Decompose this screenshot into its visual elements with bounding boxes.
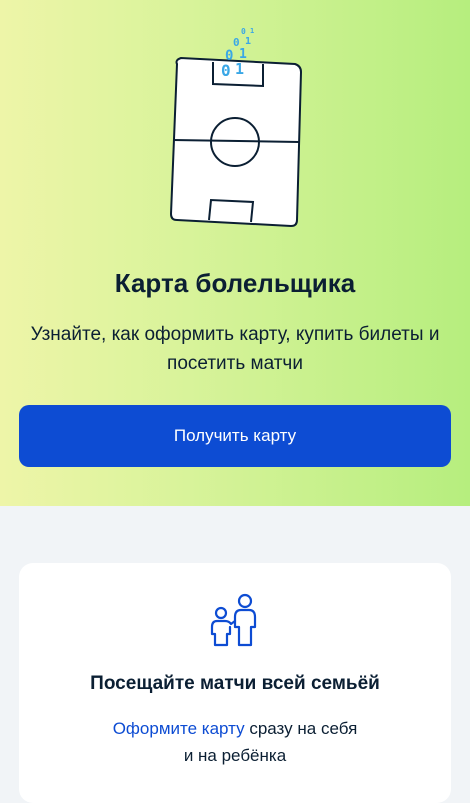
binary-digit: 1: [245, 36, 251, 47]
binary-digit: 1: [250, 27, 254, 35]
binary-digit: 0: [241, 27, 246, 36]
content-area: Посещайте матчи всей семьёй Оформите кар…: [0, 506, 470, 803]
hero-section: 0 1 0 1 0 1 0 1 Карта болельщика Узнайте…: [0, 0, 470, 506]
hero-title: Карта болельщика: [114, 268, 356, 298]
family-card: Посещайте матчи всей семьёй Оформите кар…: [19, 563, 451, 803]
hero-subtitle: Узнайте, как оформить карту, купить биле…: [30, 324, 440, 374]
family-icon: [210, 593, 257, 647]
card-text-rest: сразу на себя: [244, 719, 358, 738]
card-title: Посещайте матчи всей семьёй: [90, 673, 380, 694]
card-text: Оформите карту сразу на себя и на ребёнк…: [59, 715, 411, 769]
binary-digit: 0: [225, 48, 233, 64]
football-field-card-icon: 0 1 0 1 0 1 0 1: [169, 27, 303, 228]
binary-digit: 0: [233, 36, 240, 49]
card-text-line2: и на ребёнка: [183, 746, 287, 765]
get-card-button[interactable]: Получить карту: [19, 405, 451, 467]
binary-digit: 1: [239, 47, 247, 62]
binary-digit: 1: [235, 60, 244, 78]
issue-card-link[interactable]: Оформите карту: [113, 719, 245, 738]
